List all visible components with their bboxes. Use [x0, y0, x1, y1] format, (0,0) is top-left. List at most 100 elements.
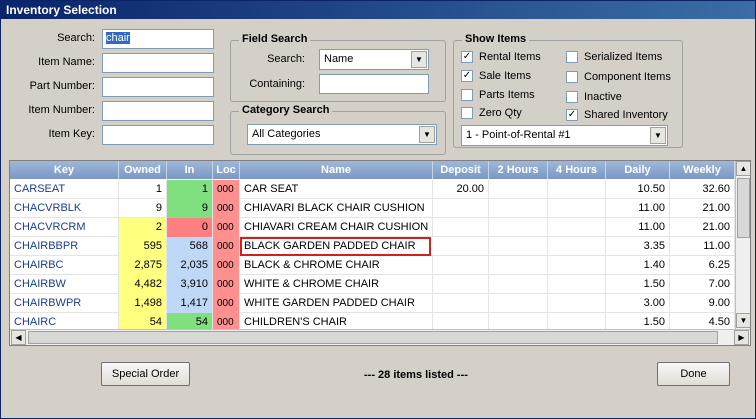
cell-daily: 1.40	[606, 256, 670, 275]
column-deposit[interactable]: Deposit	[433, 161, 489, 179]
column-owned[interactable]: Owned	[119, 161, 167, 179]
cell-h4	[548, 199, 606, 218]
parts-items-checkbox[interactable]: Parts Items	[461, 88, 535, 104]
scroll-thumb[interactable]	[737, 178, 750, 238]
zero-qty-checkbox[interactable]: Zero Qty	[461, 106, 522, 122]
cell-name: CHIAVARI BLACK CHAIR CUSHION	[240, 199, 433, 218]
cell-weekly: 6.25	[670, 256, 735, 275]
cell-weekly: 7.00	[670, 275, 735, 294]
cell-h2	[489, 199, 548, 218]
item-name-input[interactable]	[102, 53, 214, 73]
cell-owned: 1	[119, 180, 167, 199]
category-select[interactable]: All Categories ▼	[247, 124, 437, 145]
cell-h2	[489, 237, 548, 256]
cell-h2	[489, 180, 548, 199]
rental-items-checkbox[interactable]: ✓ Rental Items	[461, 50, 541, 66]
cell-name: BLACK GARDEN PADDED CHAIR	[240, 237, 431, 256]
sale-items-checkbox[interactable]: ✓ Sale Items	[461, 69, 531, 85]
vertical-scrollbar[interactable]: ▲ ▼	[735, 161, 750, 329]
horizontal-scrollbar[interactable]: ◀ ▶	[10, 329, 750, 345]
scroll-left-icon[interactable]: ◀	[11, 330, 26, 345]
shared-inventory-checkbox[interactable]: ✓ Shared Inventory	[566, 108, 668, 124]
category-value: All Categories	[252, 128, 321, 140]
cell-daily: 3.35	[606, 237, 670, 256]
cell-loc: 000	[213, 275, 240, 294]
cell-loc: 000	[213, 180, 240, 199]
column-2-hours[interactable]: 2 Hours	[489, 161, 548, 179]
cell-in: 1,417	[167, 294, 213, 313]
table-row[interactable]: CHACVRCRM 2 0 000 CHIAVARI CREAM CHAIR CUSHI…	[10, 218, 735, 237]
serialized-items-checkbox[interactable]: Serialized Items	[566, 50, 662, 66]
cell-h2	[489, 294, 548, 313]
show-items-title: Show Items	[462, 33, 530, 45]
table-row[interactable]: CHAIRBW 4,482 3,910 000 WHITE & CHROME CHAIR…	[10, 275, 735, 294]
cell-weekly: 21.00	[670, 218, 735, 237]
inventory-selection-window: Inventory Selection Search: chair Item N…	[0, 0, 756, 419]
cell-in: 2,035	[167, 256, 213, 275]
cell-deposit	[433, 237, 489, 256]
items-count-status: --- 28 items listed ---	[364, 369, 468, 381]
cell-daily: 11.00	[606, 199, 670, 218]
column-name[interactable]: Name	[240, 161, 433, 179]
special-order-button[interactable]: Special Order	[101, 362, 190, 386]
store-value: 1 - Point-of-Rental #1	[466, 129, 571, 141]
table-row[interactable]: CHAIRBBPR 595 568 000 BLACK GARDEN PADDED CH…	[10, 237, 735, 256]
column-4-hours[interactable]: 4 Hours	[548, 161, 606, 179]
cell-h4	[548, 237, 606, 256]
scroll-right-icon[interactable]: ▶	[734, 330, 749, 345]
item-key-label: Item Key:	[48, 128, 95, 140]
column-key[interactable]: Key	[10, 161, 119, 179]
field-search-label: Search:	[267, 53, 305, 65]
component-items-checkbox[interactable]: Component Items	[566, 70, 671, 86]
scroll-up-icon[interactable]: ▲	[736, 161, 750, 176]
cell-key: CHAIRBC	[10, 256, 119, 275]
cell-in: 9	[167, 199, 213, 218]
cell-owned: 4,482	[119, 275, 167, 294]
cell-h2	[489, 218, 548, 237]
cell-key: CHAIRBBPR	[10, 237, 119, 256]
table-row[interactable]: CHAIRBC 2,875 2,035 000 BLACK & CHROME CHAIR…	[10, 256, 735, 275]
cell-key: CHACVRCRM	[10, 218, 119, 237]
hscroll-thumb[interactable]	[28, 331, 718, 344]
cell-name: WHITE & CHROME CHAIR	[240, 275, 433, 294]
cell-h4	[548, 256, 606, 275]
cell-key: CARSEAT	[10, 180, 119, 199]
cell-daily: 3.00	[606, 294, 670, 313]
field-search-select[interactable]: Name ▼	[319, 49, 429, 70]
chevron-down-icon: ▼	[411, 51, 427, 68]
cell-name: CHIAVARI CREAM CHAIR CUSHION	[240, 218, 433, 237]
cell-loc: 000	[213, 294, 240, 313]
check-icon: ✓	[461, 51, 473, 64]
containing-label: Containing:	[249, 78, 305, 90]
column-loc[interactable]: Loc	[213, 161, 240, 179]
cell-daily: 1.50	[606, 275, 670, 294]
column-in[interactable]: In	[167, 161, 213, 179]
part-number-label: Part Number:	[29, 80, 95, 92]
cell-daily: 11.00	[606, 218, 670, 237]
column-daily[interactable]: Daily	[606, 161, 670, 179]
scroll-down-icon[interactable]: ▼	[736, 313, 750, 328]
containing-input[interactable]	[319, 74, 429, 94]
part-number-input[interactable]	[102, 77, 214, 97]
table-row[interactable]: CHACVRBLK 9 9 000 CHIAVARI BLACK CHAIR CUSHI…	[10, 199, 735, 218]
cell-h4	[548, 180, 606, 199]
cell-owned: 1,498	[119, 294, 167, 313]
check-icon: ✓	[461, 70, 473, 83]
column-weekly[interactable]: Weekly	[670, 161, 735, 179]
inactive-checkbox[interactable]: Inactive	[566, 90, 622, 106]
cell-key: CHACVRBLK	[10, 199, 119, 218]
search-input[interactable]: chair	[102, 29, 214, 49]
cell-owned: 9	[119, 199, 167, 218]
cell-loc: 000	[213, 237, 240, 256]
item-number-input[interactable]	[102, 101, 214, 121]
cell-loc: 000	[213, 218, 240, 237]
item-key-input[interactable]	[102, 125, 214, 145]
item-name-label: Item Name:	[38, 56, 95, 68]
table-row[interactable]: CARSEAT 1 1 000 CAR SEAT 20.00 10.50 32.60	[10, 180, 735, 199]
done-button[interactable]: Done	[657, 362, 730, 386]
cell-name: CAR SEAT	[240, 180, 433, 199]
cell-deposit	[433, 275, 489, 294]
store-select[interactable]: 1 - Point-of-Rental #1 ▼	[461, 125, 668, 146]
grid-header: Key Owned In Loc Name Deposit 2 Hours 4 …	[10, 161, 735, 179]
table-row[interactable]: CHAIRBWPR 1,498 1,417 000 WHITE GARDEN PADDE…	[10, 294, 735, 313]
